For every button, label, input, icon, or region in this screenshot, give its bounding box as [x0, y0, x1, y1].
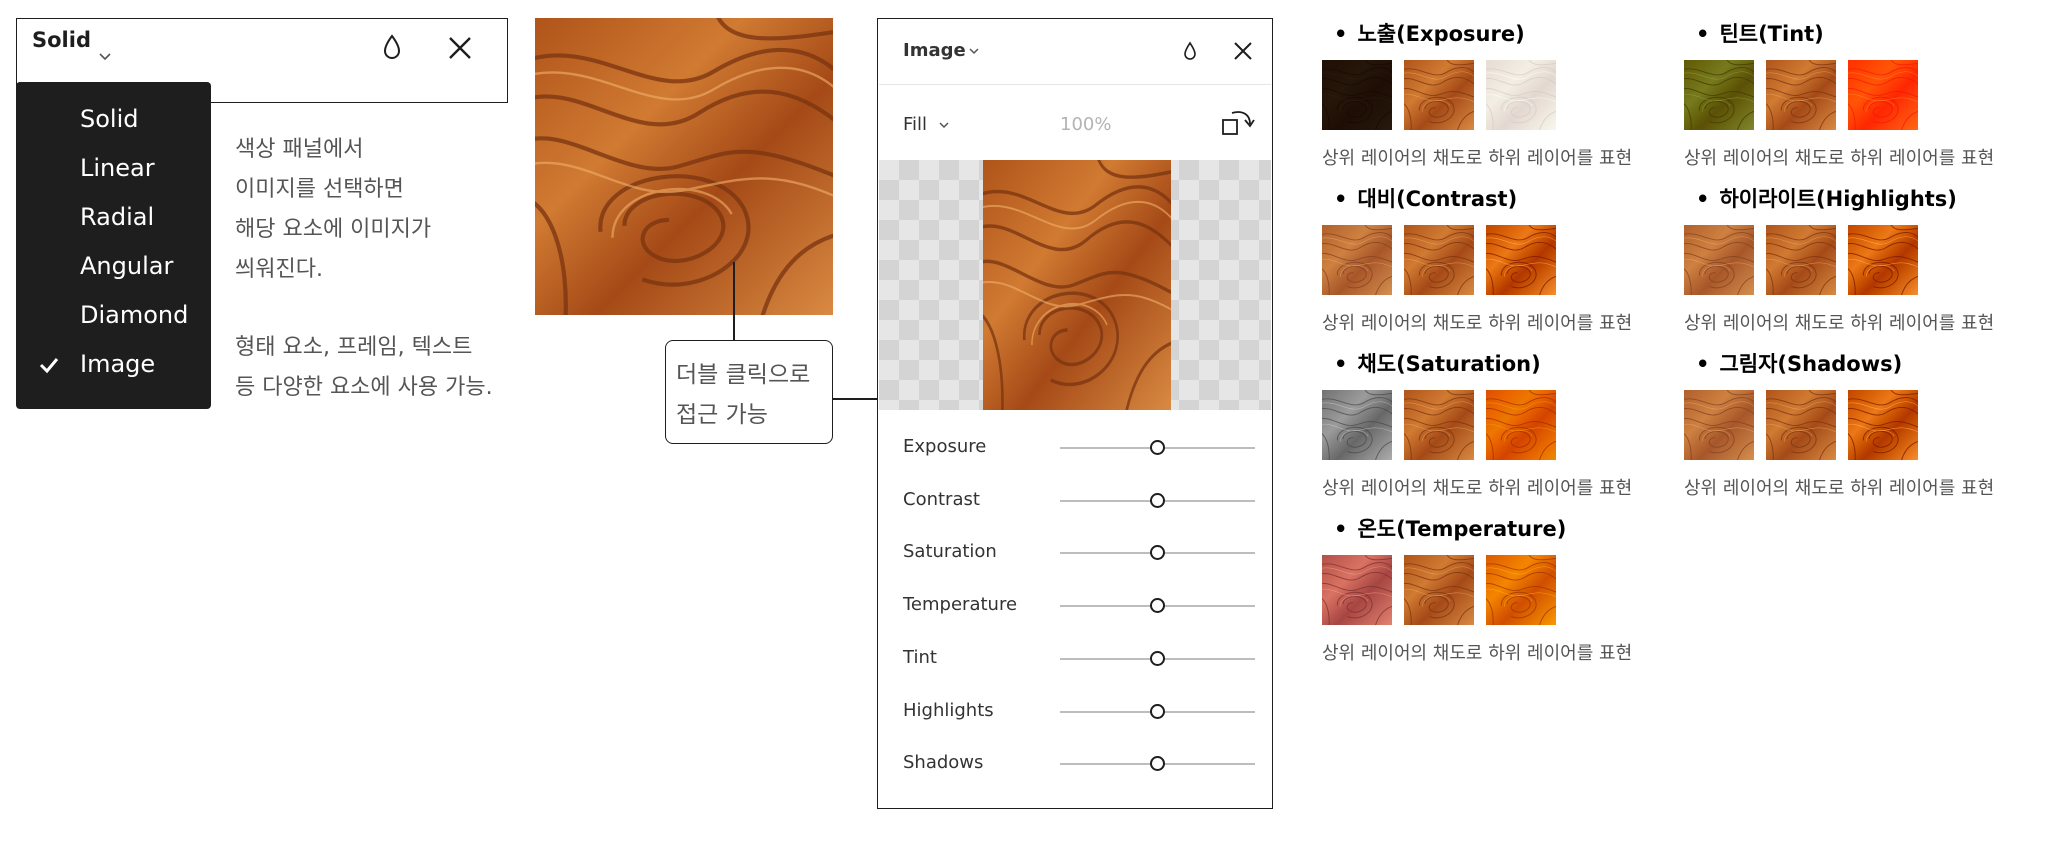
opacity-drop-icon[interactable] [1180, 40, 1200, 68]
chevron-down-icon[interactable] [937, 114, 951, 140]
effect-sample-green [1684, 60, 1754, 130]
bullet: • [1334, 187, 1348, 211]
effect-sample-warm [1486, 555, 1556, 625]
slider-label-contrast: Contrast [903, 488, 980, 510]
bullet: • [1696, 352, 1710, 376]
description-line: 씌워진다. [235, 257, 323, 282]
opacity-drop-icon[interactable] [372, 26, 412, 70]
bullet: • [1334, 352, 1348, 376]
effect-sample-normal [1766, 60, 1836, 130]
effect-caption: 상위 레이어의 채도로 하위 레이어를 표현 [1684, 148, 1995, 169]
effect-sample-dark [1322, 60, 1392, 130]
description-line: 이미지를 선택하면 [235, 177, 404, 202]
chevron-down-icon[interactable] [967, 40, 981, 66]
effect-title-text: 채도(Saturation) [1357, 352, 1541, 376]
image-preview[interactable] [879, 160, 1271, 410]
effect-sample-low [1684, 390, 1754, 460]
bullet: • [1696, 187, 1710, 211]
panel-divider [879, 84, 1271, 85]
menu-item-image[interactable]: Image [80, 350, 155, 378]
effect-caption: 상위 레이어의 채도로 하위 레이어를 표현 [1684, 478, 1995, 499]
effect-title: • 노출(Exposure) [1334, 18, 1525, 48]
callout-box: 더블 클릭으로 접근 가능 [665, 340, 833, 444]
menu-item-angular[interactable]: Angular [80, 252, 173, 280]
opacity-value[interactable]: 100% [1060, 114, 1111, 135]
effect-sample-high [1486, 225, 1556, 295]
effect-sample-normal [1404, 225, 1474, 295]
effect-title: • 틴트(Tint) [1696, 18, 1824, 48]
effect-sample-high [1848, 225, 1918, 295]
fill-type-select[interactable]: Solid [32, 28, 91, 52]
effect-sample-low [1322, 225, 1392, 295]
slider-thumb-tint[interactable] [1150, 650, 1165, 666]
menu-item-solid[interactable]: Solid [80, 105, 139, 133]
slider-thumb-exposure[interactable] [1150, 440, 1165, 455]
menu-item-diamond[interactable]: Diamond [80, 301, 188, 329]
slider-thumb-temperature[interactable] [1150, 598, 1165, 614]
effect-sample-vivid [1486, 390, 1556, 460]
slider-thumb-highlights[interactable] [1150, 703, 1165, 719]
callout-text: 접근 가능 [676, 402, 768, 428]
effect-sample-low [1684, 225, 1754, 295]
effect-sample-normal [1404, 60, 1474, 130]
effect-caption: 상위 레이어의 채도로 하위 레이어를 표현 [1322, 478, 1633, 499]
description-line: 해당 요소에 이미지가 [235, 217, 432, 242]
slider-label-temperature: Temperature [903, 594, 1018, 616]
slider-label-shadows: Shadows [903, 752, 984, 774]
effect-sample-cool [1322, 555, 1392, 625]
bullet: • [1334, 517, 1348, 541]
effect-caption: 상위 레이어의 채도로 하위 레이어를 표현 [1684, 313, 1995, 334]
effect-sample-normal [1766, 225, 1836, 295]
effect-sample-high [1848, 390, 1918, 460]
fill-mode-select[interactable]: Fill [903, 114, 927, 135]
slider-label-saturation: Saturation [903, 541, 997, 563]
effect-sample-light [1486, 60, 1556, 130]
slider-thumb-contrast[interactable] [1150, 492, 1165, 508]
slider-label-highlights: Highlights [903, 699, 994, 721]
bullet: • [1334, 22, 1348, 46]
effect-title-text: 틴트(Tint) [1719, 22, 1824, 46]
effect-sample-normal [1404, 555, 1474, 625]
menu-item-linear[interactable]: Linear [80, 154, 155, 182]
effect-title: • 채도(Saturation) [1334, 348, 1541, 378]
effect-title-text: 그림자(Shadows) [1719, 352, 1903, 376]
slider-label-exposure: Exposure [903, 436, 987, 457]
description-line: 색상 패널에서 [235, 137, 364, 162]
checkmark-icon [38, 354, 60, 380]
slider-label-tint: Tint [903, 646, 937, 668]
effect-title-text: 노출(Exposure) [1357, 22, 1525, 46]
effect-sample-gray [1322, 390, 1392, 460]
effect-caption: 상위 레이어의 채도로 하위 레이어를 표현 [1322, 313, 1633, 334]
effect-title: • 대비(Contrast) [1334, 183, 1517, 213]
effect-title-text: 온도(Temperature) [1357, 517, 1567, 541]
image-fill-select[interactable]: Image [903, 40, 966, 61]
description-line: 형태 요소, 프레임, 텍스트 [235, 335, 473, 360]
effect-title-text: 대비(Contrast) [1357, 187, 1518, 211]
effect-caption: 상위 레이어의 채도로 하위 레이어를 표현 [1322, 148, 1633, 169]
close-icon[interactable] [1232, 40, 1254, 66]
menu-item-radial[interactable]: Radial [80, 203, 154, 231]
bullet: • [1696, 22, 1710, 46]
effect-title: • 그림자(Shadows) [1696, 348, 1902, 378]
description-line: 등 다양한 요소에 사용 가능. [235, 375, 493, 400]
effect-sample-red [1848, 60, 1918, 130]
callout-text: 더블 클릭으로 [676, 362, 811, 388]
rotate-icon[interactable] [1220, 108, 1256, 144]
effect-caption: 상위 레이어의 채도로 하위 레이어를 표현 [1322, 643, 1633, 664]
effect-title: • 온도(Temperature) [1334, 513, 1566, 543]
effect-sample-normal [1766, 390, 1836, 460]
fill-type-menu: Solid Linear Radial Angular Diamond Imag… [16, 82, 211, 409]
effect-title: • 하이라이트(Highlights) [1696, 183, 1957, 213]
close-icon[interactable] [440, 28, 480, 72]
effect-title-text: 하이라이트(Highlights) [1719, 187, 1957, 211]
effect-sample-normal [1404, 390, 1474, 460]
